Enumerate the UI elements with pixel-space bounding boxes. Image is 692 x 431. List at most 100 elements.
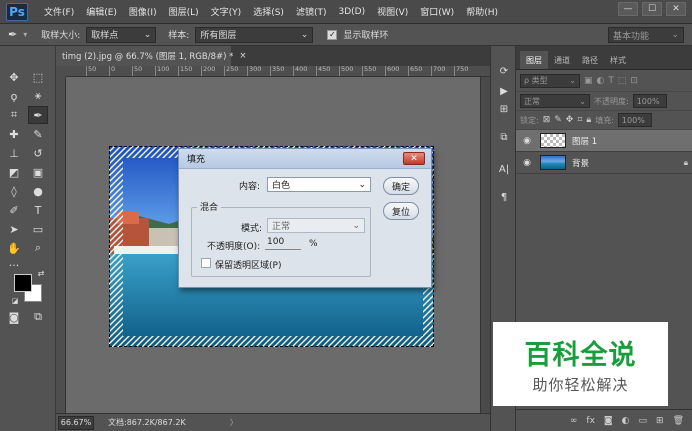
menu-image[interactable]: 图像(I) <box>123 5 163 18</box>
tools-panel: ✥ ⬚ ϙ ⚹ ⌗ ✒ ✚ ✎ ⊥ ↺ ◩ ▣ ◊ ● ✐ T ➤ ▭ ✋ ⌕ … <box>0 46 56 431</box>
more-tools-icon[interactable]: ··· <box>4 256 24 274</box>
preserve-transparency-label: 保留透明区域(P) <box>215 261 282 271</box>
lock-artboard-icon[interactable]: ⌗ <box>577 115 582 125</box>
quick-mask-icon[interactable]: ◙ <box>4 308 24 326</box>
opacity-input[interactable]: 100 <box>265 237 301 250</box>
visibility-eye-icon[interactable]: ◉ <box>520 136 534 146</box>
sample-select[interactable]: 所有图层 ⌄ <box>195 26 314 43</box>
adjustment-layer-icon[interactable]: ◐ <box>622 416 630 426</box>
menu-type[interactable]: 文字(Y) <box>205 5 248 18</box>
minimize-button[interactable]: — <box>618 2 638 16</box>
tab-layers[interactable]: 图层 <box>520 51 548 69</box>
menu-layer[interactable]: 图层(L) <box>163 5 205 18</box>
crop-tool-icon[interactable]: ⌗ <box>4 106 24 124</box>
chevron-down-icon[interactable]: ▾ <box>23 30 27 39</box>
eyedropper-tool-icon[interactable]: ✒ <box>28 106 48 124</box>
actions-panel-icon[interactable]: ▶ <box>496 84 512 98</box>
close-window-button[interactable]: ✕ <box>666 2 686 16</box>
layer-thumbnail <box>540 155 566 170</box>
tab-paths[interactable]: 路径 <box>576 51 604 69</box>
lock-image-icon[interactable]: ✎ <box>554 115 562 125</box>
move-tool-icon[interactable]: ✥ <box>4 68 24 86</box>
filter-pixel-icon[interactable]: ▣ <box>584 76 593 86</box>
layer-kind-select[interactable]: ρ 类型 ⌄ <box>520 73 580 88</box>
layer-row[interactable]: ◉ 图层 1 <box>516 130 692 152</box>
blur-tool-icon[interactable]: ◊ <box>4 182 24 200</box>
layer-comps-panel-icon[interactable]: ⧉ <box>496 130 512 144</box>
history-brush-tool-icon[interactable]: ↺ <box>28 144 48 162</box>
menu-help[interactable]: 帮助(H) <box>460 5 504 18</box>
sample-size-select[interactable]: 取样点 ⌄ <box>86 26 157 43</box>
filter-type-icon[interactable]: T <box>608 76 614 86</box>
history-panel-icon[interactable]: ⟳ <box>496 64 512 78</box>
swap-colors-icon[interactable]: ⇄ <box>36 268 46 278</box>
zoom-tool-icon[interactable]: ⌕ <box>28 239 48 257</box>
eraser-tool-icon[interactable]: ◩ <box>4 163 24 181</box>
menu-select[interactable]: 选择(S) <box>247 5 290 18</box>
default-colors-icon[interactable]: ◪ <box>10 296 20 306</box>
zoom-level[interactable]: 66.67% <box>58 415 94 430</box>
lock-all-icon[interactable]: 🔒︎ <box>586 115 591 125</box>
menu-view[interactable]: 视图(V) <box>371 5 414 18</box>
magic-wand-tool-icon[interactable]: ⚹ <box>28 87 48 105</box>
mode-select[interactable]: 正常 ⌄ <box>267 218 365 233</box>
link-layers-icon[interactable]: ∞ <box>570 416 578 426</box>
tab-close-icon[interactable]: × <box>239 51 246 61</box>
lasso-tool-icon[interactable]: ϙ <box>4 87 24 105</box>
lock-position-icon[interactable]: ✥ <box>566 115 574 125</box>
new-group-icon[interactable]: ▭ <box>639 416 648 426</box>
path-selection-tool-icon[interactable]: ➤ <box>4 220 24 238</box>
layer-style-icon[interactable]: fx <box>586 416 595 426</box>
healing-brush-tool-icon[interactable]: ✚ <box>4 125 24 143</box>
shape-tool-icon[interactable]: ▭ <box>28 220 48 238</box>
show-ring-checkbox[interactable]: ✓ <box>327 29 338 40</box>
vertical-scrollbar[interactable] <box>480 77 490 413</box>
delete-layer-icon[interactable]: 🗑︎ <box>673 416 684 426</box>
opacity-field[interactable]: 100% <box>632 94 667 108</box>
layer-row[interactable]: ◉ 背景 🔒︎ <box>516 152 692 174</box>
chevron-down-icon: ⌄ <box>671 30 679 40</box>
chevron-down-icon: ⌄ <box>579 96 586 106</box>
menu-filter[interactable]: 滤镜(T) <box>290 5 333 18</box>
status-menu-arrow[interactable]: 〉 <box>230 417 238 428</box>
visibility-eye-icon[interactable]: ◉ <box>520 158 534 168</box>
menu-file[interactable]: 文件(F) <box>38 5 80 18</box>
menu-window[interactable]: 窗口(W) <box>414 5 460 18</box>
character-panel-icon[interactable]: A| <box>496 162 512 176</box>
photoshop-logo: Ps <box>6 2 28 21</box>
tab-styles[interactable]: 样式 <box>604 51 632 69</box>
menu-3d[interactable]: 3D(D) <box>332 7 371 17</box>
document-tab[interactable]: timg (2).jpg @ 66.7% (图层 1, RGB/8#) * × <box>56 46 247 66</box>
fill-field[interactable]: 100% <box>617 113 652 127</box>
stamp-tool-icon[interactable]: ⊥ <box>4 144 24 162</box>
reset-button[interactable]: 复位 <box>383 202 419 220</box>
workspace-select[interactable]: 基本功能 ⌄ <box>608 27 684 43</box>
ok-button[interactable]: 确定 <box>383 177 419 195</box>
paragraph-panel-icon[interactable]: ¶ <box>496 190 512 204</box>
blend-mode-select[interactable]: 正常 ⌄ <box>520 94 590 108</box>
filter-shape-icon[interactable]: ⬚ <box>618 76 627 86</box>
hand-tool-icon[interactable]: ✋ <box>4 239 24 257</box>
dodge-tool-icon[interactable]: ● <box>28 182 48 200</box>
lock-transparent-icon[interactable]: ⊠ <box>543 115 551 125</box>
menu-edit[interactable]: 编辑(E) <box>80 5 123 18</box>
brush-tool-icon[interactable]: ✎ <box>28 125 48 143</box>
screen-mode-icon[interactable]: ⧉ <box>28 308 48 326</box>
dialog-close-button[interactable]: ✕ <box>403 152 425 165</box>
restore-button[interactable]: ☐ <box>642 2 662 16</box>
marquee-tool-icon[interactable]: ⬚ <box>28 68 48 86</box>
properties-panel-icon[interactable]: ⊞ <box>496 102 512 116</box>
preserve-transparency-checkbox[interactable] <box>201 258 211 268</box>
type-tool-icon[interactable]: T <box>28 201 48 219</box>
foreground-color-swatch[interactable] <box>14 274 32 292</box>
gradient-tool-icon[interactable]: ▣ <box>28 163 48 181</box>
new-layer-icon[interactable]: ⊞ <box>656 416 664 426</box>
tab-channels[interactable]: 通道 <box>548 51 576 69</box>
filter-smart-object-icon[interactable]: ⊡ <box>630 76 638 86</box>
eyedropper-tool-icon[interactable]: ✒ <box>8 28 17 41</box>
content-select[interactable]: 白色 ⌄ <box>267 177 371 192</box>
filter-adjustment-icon[interactable]: ◐ <box>597 76 605 86</box>
workspace-value: 基本功能 <box>613 31 650 42</box>
layer-mask-icon[interactable]: ◙ <box>604 416 613 426</box>
pen-tool-icon[interactable]: ✐ <box>4 201 24 219</box>
